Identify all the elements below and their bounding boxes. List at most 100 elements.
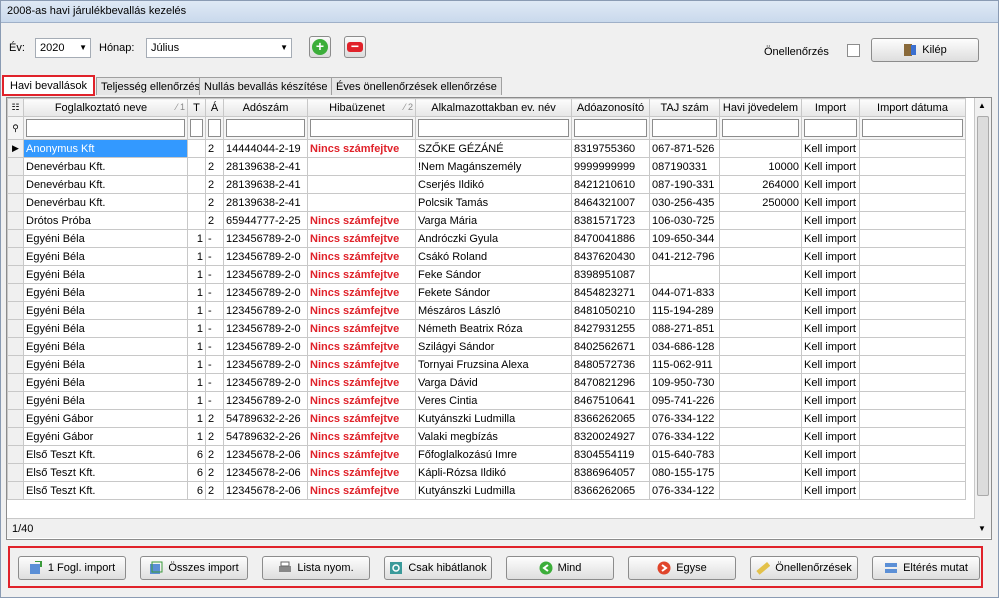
table-cell[interactable]: Kell import <box>801 193 860 212</box>
table-cell[interactable] <box>859 283 966 302</box>
table-cell[interactable]: Kutyánszki Ludmilla <box>415 481 572 500</box>
table-cell[interactable]: - <box>205 319 224 338</box>
table-cell[interactable]: 106-030-725 <box>649 211 720 230</box>
table-cell[interactable] <box>307 175 416 194</box>
table-cell[interactable]: Egyéni Béla <box>23 391 188 410</box>
table-cell[interactable]: Nincs számfejtve <box>307 463 416 482</box>
table-cell[interactable]: Nincs számfejtve <box>307 445 416 464</box>
filter-input[interactable] <box>418 119 569 137</box>
add-button[interactable]: + <box>309 36 331 58</box>
table-cell[interactable]: - <box>205 283 224 302</box>
remove-button[interactable]: − <box>344 36 366 58</box>
table-cell[interactable]: 095-741-226 <box>649 391 720 410</box>
table-cell[interactable]: 8398951087 <box>571 265 650 284</box>
row-indicator[interactable] <box>7 463 24 482</box>
table-cell[interactable]: 8402562671 <box>571 337 650 356</box>
row-indicator[interactable] <box>7 211 24 230</box>
table-cell[interactable] <box>719 463 802 482</box>
table-cell[interactable] <box>719 139 802 158</box>
table-cell[interactable]: - <box>205 355 224 374</box>
row-indicator[interactable] <box>7 355 24 374</box>
table-row[interactable]: Egyéni Béla 1-123456789-2-0 Nincs számfejt… <box>7 337 966 356</box>
table-cell[interactable] <box>187 211 206 230</box>
filter-input[interactable] <box>26 119 185 137</box>
table-cell[interactable]: 2 <box>205 481 224 500</box>
single-import-button[interactable]: 1 Fogl. import <box>18 556 126 580</box>
table-row[interactable]: Első Teszt Kft. 6 2 12345678-2-06 Nincs szám… <box>7 481 966 500</box>
table-cell[interactable] <box>719 445 802 464</box>
col-header-taj[interactable]: TAJ szám <box>649 98 720 117</box>
table-row[interactable]: Denevérbau Kft. 2 28139638-2-41 Cserjés Ild… <box>7 175 966 194</box>
table-cell[interactable]: 123456789-2-0 <box>223 229 308 248</box>
table-cell[interactable] <box>859 427 966 446</box>
table-cell[interactable]: Kell import <box>801 157 860 176</box>
table-cell[interactable] <box>859 211 966 230</box>
table-cell[interactable] <box>719 391 802 410</box>
table-cell[interactable] <box>719 337 802 356</box>
table-cell[interactable]: Varga Dávid <box>415 373 572 392</box>
table-cell[interactable]: Első Teszt Kft. <box>23 445 188 464</box>
table-cell[interactable] <box>719 481 802 500</box>
table-row[interactable]: Egyéni Béla 1-123456789-2-0 Nincs számfejt… <box>7 247 966 266</box>
print-list-button[interactable]: Lista nyom. <box>262 556 370 580</box>
table-cell[interactable]: 14444044-2-19 <box>223 139 308 158</box>
table-cell[interactable]: Kápli-Rózsa Ildikó <box>415 463 572 482</box>
table-cell[interactable]: Nincs számfejtve <box>307 139 416 158</box>
table-cell[interactable]: 109-950-730 <box>649 373 720 392</box>
table-cell[interactable]: Nincs számfejtve <box>307 337 416 356</box>
col-header-havi-jovedelem[interactable]: Havi jövedelem <box>719 98 802 117</box>
table-cell[interactable]: 8386964057 <box>571 463 650 482</box>
table-cell[interactable]: Feke Sándor <box>415 265 572 284</box>
table-cell[interactable] <box>859 445 966 464</box>
column-chooser-icon[interactable]: ☷ <box>7 98 24 117</box>
table-cell[interactable]: Kell import <box>801 283 860 302</box>
table-cell[interactable]: - <box>205 247 224 266</box>
table-row[interactable]: ▶ Anonymus Kft 2 14444044-2-19 Nincs számfej… <box>7 139 966 158</box>
table-cell[interactable]: 123456789-2-0 <box>223 337 308 356</box>
table-cell[interactable]: Egyéni Béla <box>23 319 188 338</box>
table-cell[interactable] <box>859 139 966 158</box>
table-row[interactable]: Egyéni Béla 1-123456789-2-0 Nincs számfejt… <box>7 391 966 410</box>
row-indicator[interactable] <box>7 283 24 302</box>
table-cell[interactable]: 8421210610 <box>571 175 650 194</box>
table-cell[interactable]: Németh Beatrix Róza <box>415 319 572 338</box>
filter-input[interactable] <box>208 119 221 137</box>
table-cell[interactable]: 1 <box>187 409 206 428</box>
row-indicator[interactable] <box>7 319 24 338</box>
table-cell[interactable] <box>187 139 206 158</box>
table-cell[interactable]: 8366262065 <box>571 409 650 428</box>
table-cell[interactable] <box>859 337 966 356</box>
table-cell[interactable]: 115-062-911 <box>649 355 720 374</box>
table-cell[interactable]: 1 <box>187 337 206 356</box>
table-cell[interactable]: 088-271-851 <box>649 319 720 338</box>
table-cell[interactable]: SZŐKE GÉZÁNÉ <box>415 139 572 158</box>
table-cell[interactable]: - <box>205 265 224 284</box>
table-cell[interactable]: 2 <box>205 175 224 194</box>
table-row[interactable]: Egyéni Béla 1-123456789-2-0 Nincs számfejt… <box>7 265 966 284</box>
table-cell[interactable] <box>719 211 802 230</box>
table-cell[interactable]: 6 <box>187 481 206 500</box>
table-cell[interactable]: 65944777-2-25 <box>223 211 308 230</box>
table-cell[interactable]: Fekete Sándor <box>415 283 572 302</box>
tab-havi-bevallasok[interactable]: Havi bevallások <box>2 75 96 96</box>
table-cell[interactable]: Polcsik Tamás <box>415 193 572 212</box>
col-header-foglalkoztato[interactable]: Foglalkoztató neve ⁄ 1 <box>23 98 188 117</box>
filter-input[interactable] <box>652 119 717 137</box>
table-row[interactable]: Első Teszt Kft. 6 2 12345678-2-06 Nincs szám… <box>7 463 966 482</box>
table-cell[interactable]: 8481050210 <box>571 301 650 320</box>
self-check-checkbox[interactable] <box>847 44 860 57</box>
table-cell[interactable]: 1 <box>187 229 206 248</box>
table-cell[interactable]: 1 <box>187 301 206 320</box>
table-cell[interactable]: - <box>205 301 224 320</box>
table-row[interactable]: Egyéni Gábor 1 2 54789632-2-26 Nincs számfej… <box>7 409 966 428</box>
table-cell[interactable]: Szilágyi Sándor <box>415 337 572 356</box>
table-cell[interactable]: 1 <box>187 355 206 374</box>
row-indicator[interactable] <box>7 373 24 392</box>
table-cell[interactable]: Nincs számfejtve <box>307 355 416 374</box>
table-cell[interactable]: 123456789-2-0 <box>223 265 308 284</box>
table-cell[interactable]: 8381571723 <box>571 211 650 230</box>
table-cell[interactable]: Kutyánszki Ludmilla <box>415 409 572 428</box>
table-cell[interactable]: 8366262065 <box>571 481 650 500</box>
vertical-scrollbar[interactable]: ▲ ▼ <box>974 98 991 538</box>
row-indicator[interactable] <box>7 247 24 266</box>
